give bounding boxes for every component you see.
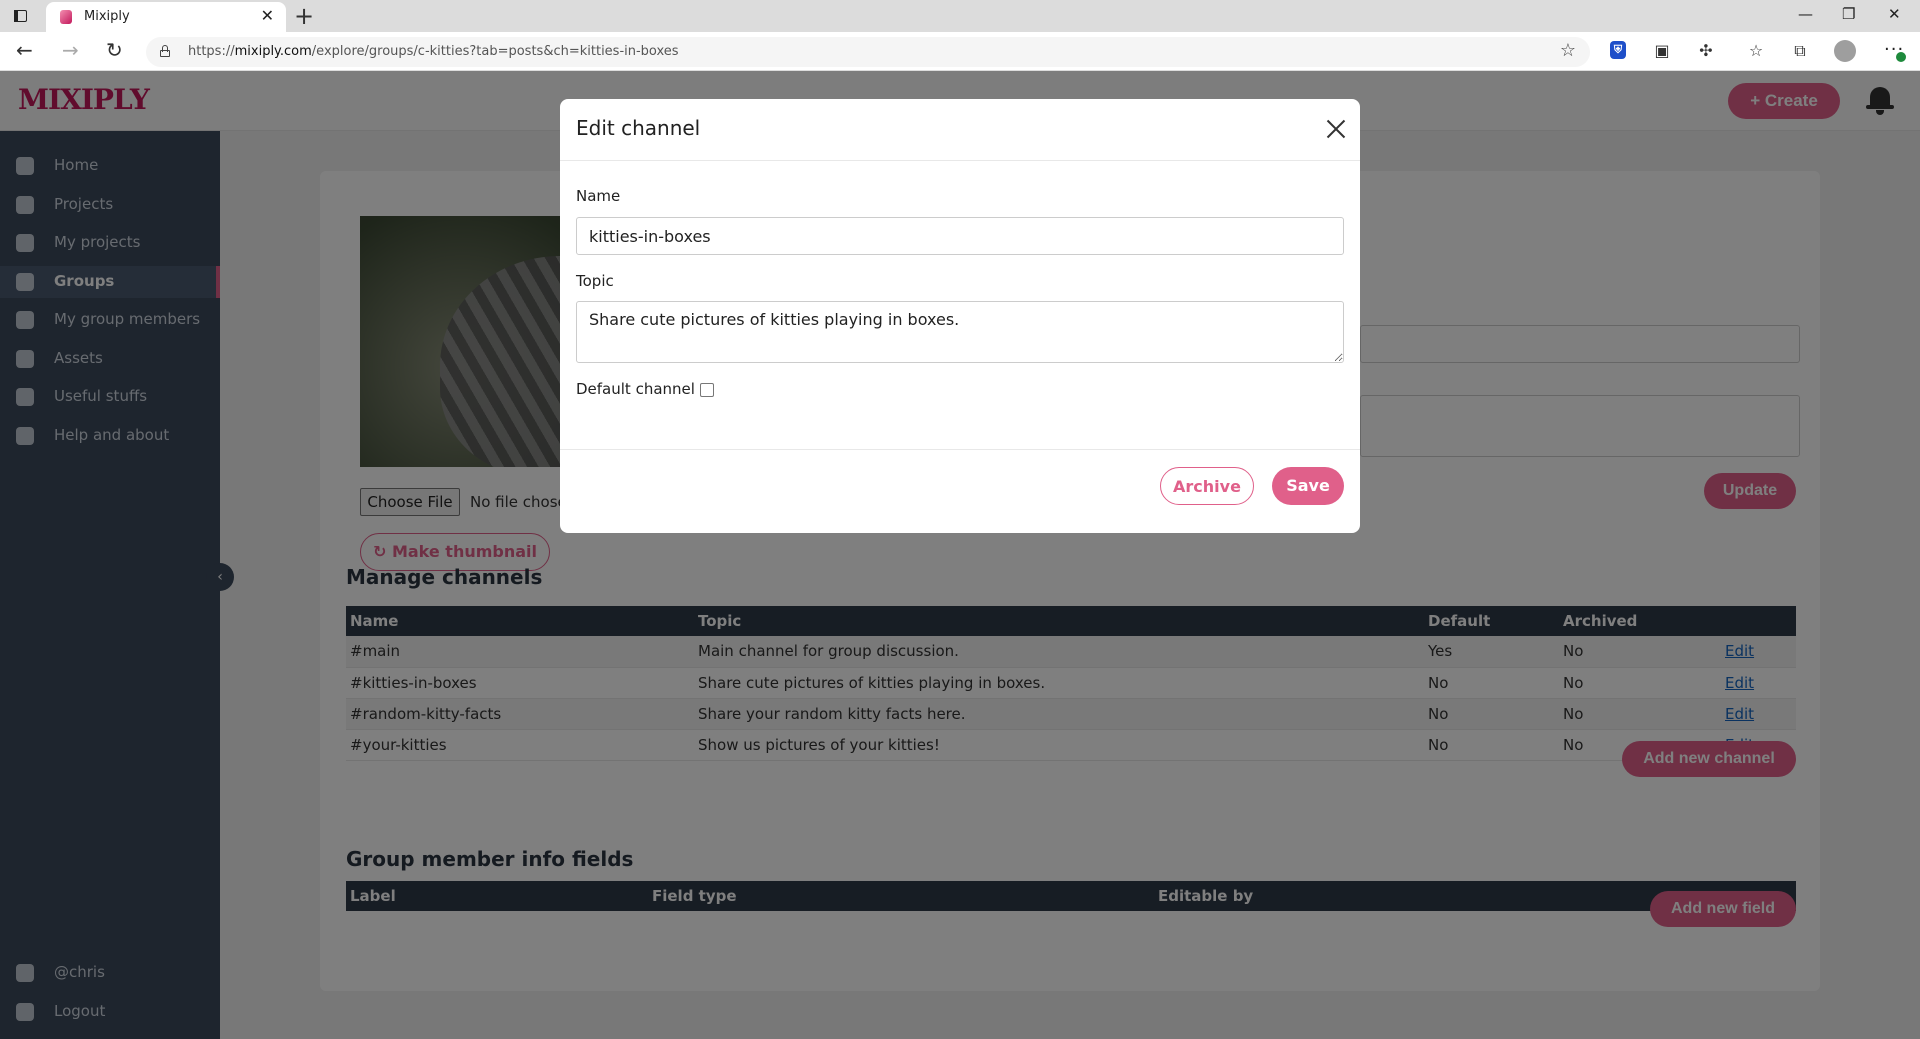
browser-tabstrip: Mixiply ✕ + — ❐ ✕: [0, 0, 1920, 32]
default-channel-checkbox[interactable]: [700, 383, 714, 397]
minimize-icon[interactable]: —: [1798, 5, 1813, 23]
browser-tab[interactable]: Mixiply ✕: [46, 2, 286, 32]
save-button[interactable]: Save: [1272, 467, 1344, 505]
tab-close-icon[interactable]: ✕: [261, 6, 274, 25]
tab-actions-icon[interactable]: [12, 7, 30, 25]
channel-topic-textarea[interactable]: Share cute pictures of kitties playing i…: [576, 301, 1344, 363]
modal-footer: Archive Save: [560, 449, 1360, 533]
new-tab-icon[interactable]: +: [294, 2, 314, 30]
default-channel-label: Default channel: [576, 380, 695, 398]
extensions-puzzle-icon[interactable]: ✣: [1696, 41, 1716, 61]
lock-icon[interactable]: [160, 45, 170, 57]
favorites-icon[interactable]: ☆: [1746, 41, 1766, 61]
address-bar[interactable]: https://mixiply.com/explore/groups/c-kit…: [146, 37, 1590, 67]
collections-icon[interactable]: ⧉: [1790, 41, 1810, 61]
topic-label: Topic: [576, 272, 614, 290]
archive-button[interactable]: Archive: [1160, 467, 1254, 505]
window-close-icon[interactable]: ✕: [1888, 5, 1901, 23]
edit-channel-modal: Edit channel Name Topic Share cute pictu…: [560, 99, 1360, 533]
close-icon[interactable]: [1326, 119, 1346, 139]
channel-name-input[interactable]: [576, 217, 1344, 255]
reload-icon[interactable]: ↻: [106, 38, 123, 62]
forward-arrow-icon[interactable]: →: [62, 38, 79, 62]
bitwarden-extension-icon[interactable]: ⛨: [1610, 41, 1626, 59]
back-arrow-icon[interactable]: ←: [16, 38, 33, 62]
name-label: Name: [576, 187, 621, 205]
image-extension-icon[interactable]: ▣: [1652, 41, 1672, 61]
add-favorite-icon[interactable]: ☆: [1560, 40, 1576, 61]
profile-avatar[interactable]: [1834, 40, 1856, 62]
restore-icon[interactable]: ❐: [1842, 5, 1855, 23]
mixiply-favicon-icon: [60, 10, 72, 24]
update-badge-icon: [1896, 52, 1906, 62]
modal-title: Edit channel: [576, 116, 701, 140]
url-text: https://mixiply.com/explore/groups/c-kit…: [188, 44, 679, 59]
modal-header: Edit channel: [560, 99, 1360, 161]
browser-toolbar: ← → ↻ https://mixiply.com/explore/groups…: [0, 32, 1920, 71]
tab-title: Mixiply: [84, 9, 130, 24]
